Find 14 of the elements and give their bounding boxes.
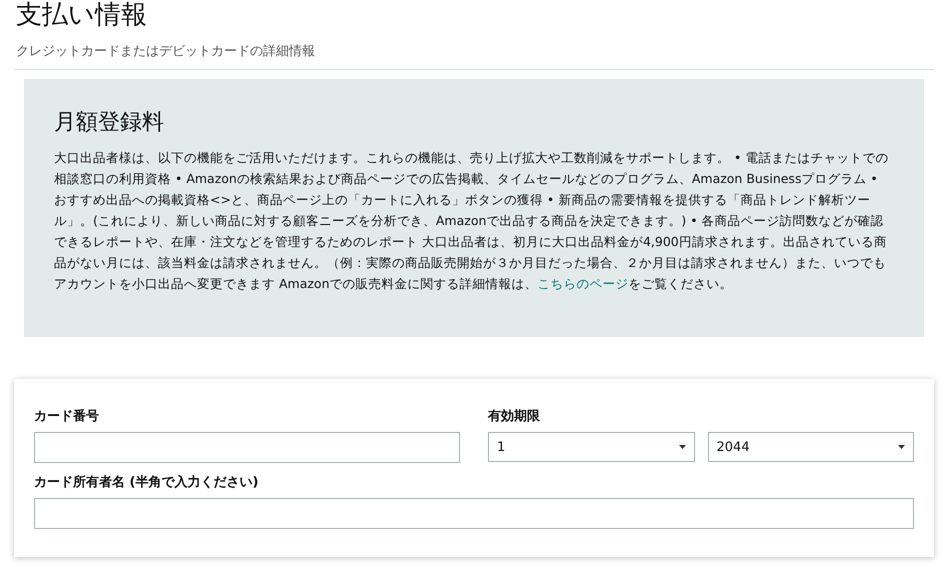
year-dropdown[interactable]: 2044 [708,432,914,462]
page-title: 支払い情報 [15,0,147,30]
month-dropdown[interactable]: 1 [488,432,694,462]
field-label: 有効期限 [488,408,540,425]
fee-description: 大口出品者様は、以下の機能をご活用いただけます。これらの機能は、売り上げ拡大や工数削減をサポートします。 • 電話またはチャットでの相談窓口の利用資格 • Amazonの検索結果および商品ページでの広告掲載、タイムセールなどのプログラム、Amazon Businessプログラム • おすすめ出品への掲載資格<>と、商品ページ上の「カートに入れる」ボタンの獲得 • 新商品の需要情報を提供する「商品トレンド解析ツール」。(これにより、新しい商品に対する顧客ニーズを分析でき、Amazonで出品する商品を決定できます。) • 各商品ページ訪問数などが確認できるレポートや、在庫・注文などを管理するためのレポート 大口出品者は、初月に大口出品料金が4,900円請求されます。出品されている商品がない月には、該当料金は請求されません。（例：実際の商品販売開始が３か月目だった場合、２か月目は請求されません）また、いつでもアカウントを小口出品へ変更できます Amazonでの販売料金に関する詳細情報は、こちらのページ をご覧ください。 [54,149,890,293]
cardholder-name-field[interactable] [34,498,914,529]
caret-icon [678,445,686,449]
field-label: カード所有者名 (半角で入力ください) [34,474,258,491]
caret-icon [898,445,905,449]
page-subtitle: クレジットカードまたはデビットカードの詳細情報 [15,43,315,60]
details-link[interactable]: こちらのページ [538,276,628,291]
field-label: カード番号 [34,408,99,425]
card-number-field[interactable] [34,432,460,463]
panel-heading: 月額登録料 [54,109,164,137]
